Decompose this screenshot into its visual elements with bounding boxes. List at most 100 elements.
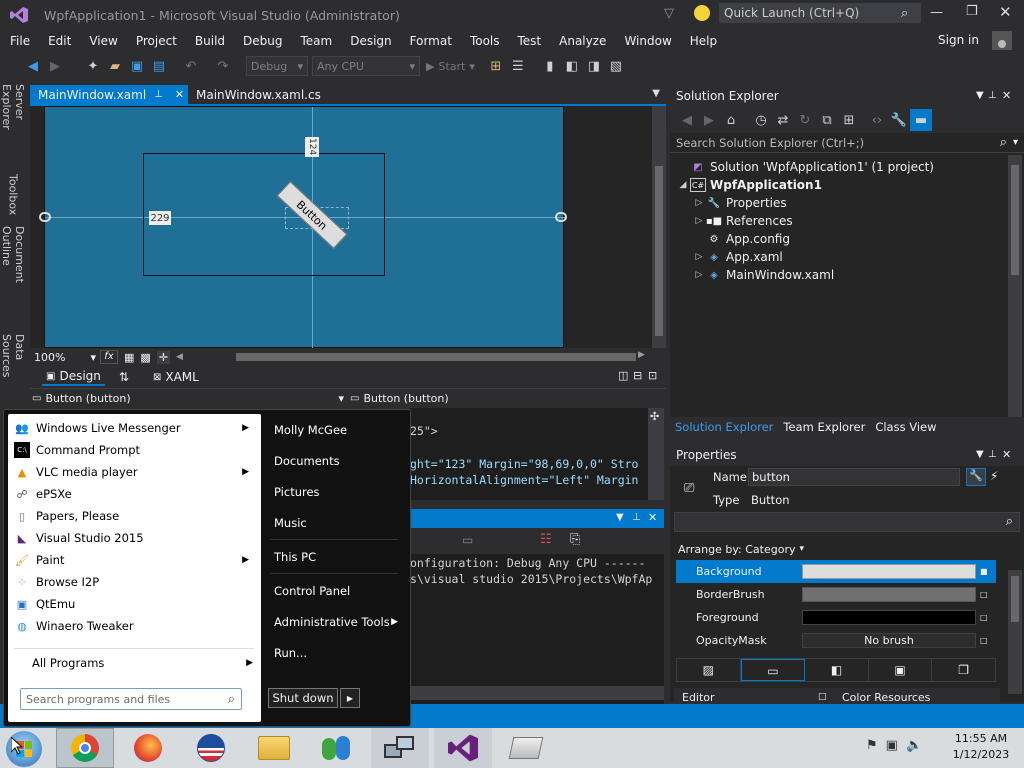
menu-help[interactable]: Help — [681, 30, 726, 52]
scroll-thumb[interactable] — [1011, 165, 1019, 275]
advanced-properties-icon[interactable]: □ — [980, 636, 988, 645]
resource-brush-icon[interactable]: ❐ — [932, 659, 995, 681]
solution-explorer-scrollbar[interactable] — [1008, 155, 1022, 417]
clear-all-icon[interactable]: ☷ — [540, 532, 552, 547]
menu-window[interactable]: Window — [615, 30, 680, 52]
advanced-properties-icon[interactable]: □ — [980, 613, 988, 622]
vertical-split-icon[interactable]: ◫ — [618, 369, 628, 382]
save-all-icon[interactable]: ▤ — [148, 55, 170, 77]
tab-solution-explorer[interactable]: Solution Explorer — [670, 420, 778, 434]
background-swatch[interactable] — [802, 564, 976, 579]
scroll-thumb[interactable] — [1011, 576, 1019, 622]
close-button[interactable]: ✕ — [999, 3, 1012, 21]
tab-team-explorer[interactable]: Team Explorer — [778, 420, 870, 434]
events-lightning-icon[interactable]: ⚡ — [990, 469, 998, 483]
server-explorer-tab[interactable]: Server Explorer — [0, 80, 26, 170]
snap-grid-icon[interactable]: ▩ — [140, 351, 150, 364]
menu-tools[interactable]: Tools — [461, 30, 509, 52]
gradient-brush-icon[interactable]: ◧ — [805, 659, 869, 681]
scroll-left-icon[interactable]: ◀ — [176, 352, 183, 362]
clock[interactable]: 11:55 AM 1/12/2023 — [946, 731, 1016, 763]
menu-test[interactable]: Test — [509, 30, 551, 52]
quick-launch[interactable]: Quick Launch (Ctrl+Q) ⌕ — [719, 3, 921, 23]
bookmark-next-icon[interactable]: ◨ — [583, 55, 605, 77]
taskbar-file-explorer[interactable] — [245, 728, 303, 768]
tree-item-references[interactable]: ▷ ▪■ References — [676, 212, 1024, 230]
bookmark-prev-icon[interactable]: ◧ — [561, 55, 583, 77]
properties-scrollbar[interactable] — [1008, 570, 1022, 694]
start-item-paint[interactable]: 🖌 Paint ▶ — [8, 549, 261, 571]
start-item-qtemu[interactable]: ▣ QtEmu — [8, 593, 261, 615]
horizontal-scrollbar[interactable] — [236, 353, 636, 361]
bookmark-clear-icon[interactable]: ▧ — [605, 55, 627, 77]
filter-icon[interactable]: ▽ — [664, 6, 674, 21]
xaml-tab[interactable]: ⊠ XAML — [153, 370, 199, 384]
checkbox-icon[interactable]: □ — [818, 692, 827, 702]
home-icon[interactable]: ⌂ — [720, 109, 742, 131]
find-in-files-icon[interactable]: ⊞ — [485, 55, 507, 77]
action-center-flag-icon[interactable]: ⚑ — [866, 738, 878, 753]
tree-project-node[interactable]: ◢ C# WpfApplication1 — [676, 176, 1024, 194]
close-icon[interactable]: ✕ — [648, 511, 657, 524]
editor-tab[interactable]: Editor — [674, 691, 715, 704]
properties-search[interactable]: ⌕ — [674, 512, 1020, 532]
start-item-visual-studio[interactable]: ◣ Visual Studio 2015 — [8, 527, 261, 549]
minimize-button[interactable]: — — [930, 5, 943, 20]
image-brush-icon[interactable]: ▣ — [869, 659, 933, 681]
chevron-down-icon[interactable]: ▾ — [1013, 137, 1018, 148]
tree-item-mainwindow-xaml[interactable]: ▷ ◈ MainWindow.xaml — [676, 266, 1024, 284]
start-debug-button[interactable]: ▶ Start ▾ — [426, 60, 475, 73]
all-programs-button[interactable]: All Programs ▶ — [8, 652, 261, 674]
restore-button[interactable]: ❐ — [966, 4, 978, 19]
solid-brush-icon[interactable]: ▭ — [740, 659, 806, 681]
start-item-messenger[interactable]: 👥 Windows Live Messenger ▶ — [8, 417, 261, 439]
tree-solution-node[interactable]: ◩ Solution 'WpfApplication1' (1 project) — [676, 158, 1024, 176]
solution-search-input[interactable]: Search Solution Explorer (Ctrl+;) — [676, 136, 1000, 150]
admin-tools-link[interactable]: Administrative Tools ▶ — [264, 606, 404, 637]
tab-class-view[interactable]: Class View — [870, 420, 941, 434]
comment-icon[interactable]: ☰ — [507, 55, 529, 77]
tree-item-app-xaml[interactable]: ▷ ◈ App.xaml — [676, 248, 1024, 266]
word-wrap-icon[interactable]: ⎘ — [570, 532, 580, 547]
collapse-all-icon[interactable]: ⧉ — [816, 109, 838, 131]
color-resources-tab[interactable]: Color Resources — [842, 691, 930, 704]
pin-icon[interactable]: ⊥ — [988, 444, 997, 466]
platform-dropdown[interactable]: Any CPU ▾ — [312, 56, 420, 76]
pin-icon[interactable]: ⊥ — [154, 85, 163, 105]
start-item-winaero[interactable]: ◍ Winaero Tweaker — [8, 615, 261, 637]
wpf-window-preview[interactable]: 124 229 Button — [39, 106, 567, 349]
menu-team[interactable]: Team — [291, 30, 341, 52]
tab-mainwindow-xaml[interactable]: MainWindow.xaml ⊥ ✕ — [30, 85, 188, 105]
scroll-thumb[interactable] — [655, 166, 663, 336]
history-icon[interactable]: ◷ — [750, 109, 772, 131]
start-search-input[interactable]: Search programs and files — [21, 693, 228, 706]
arrange-by-dropdown[interactable]: Arrange by: Category ▾ — [670, 538, 1024, 560]
prop-row-background[interactable]: Background ■ — [676, 560, 996, 583]
left-anchor-icon[interactable] — [39, 212, 51, 222]
this-pc-link[interactable]: This PC — [264, 541, 404, 572]
user-name-link[interactable]: Molly McGee — [264, 414, 404, 445]
start-item-vlc[interactable]: ▲ VLC media player ▶ — [8, 461, 261, 483]
menu-view[interactable]: View — [80, 30, 126, 52]
output-scrollbar[interactable] — [410, 686, 664, 700]
prop-row-foreground[interactable]: Foreground □ — [676, 606, 996, 629]
run-link[interactable]: Run... — [264, 637, 404, 668]
prop-row-opacitymask[interactable]: OpacityMask No brush □ — [676, 629, 996, 652]
document-outline-tab[interactable]: Document Outline — [0, 222, 26, 330]
taskbar-visual-studio[interactable] — [434, 728, 492, 768]
expanded-caret-icon[interactable]: ◢ — [676, 180, 690, 190]
back-icon[interactable]: ◀ — [676, 109, 698, 131]
opacitymask-value[interactable]: No brush — [802, 633, 976, 648]
xaml-code-editor[interactable]: 25"> ght="123" Margin="98,69,0,0" Stro H… — [410, 408, 654, 500]
taskbar-chrome[interactable] — [56, 728, 114, 768]
element-dropdown-right[interactable]: ▭ Button (button) — [350, 390, 664, 407]
borderbrush-swatch[interactable] — [802, 587, 976, 602]
show-all-files-icon[interactable]: ⊞ — [838, 109, 860, 131]
start-item-i2p[interactable]: ⁘ Browse I2P — [8, 571, 261, 593]
output-text[interactable]: onfiguration: Debug Any CPU ------ s\vis… — [410, 554, 664, 704]
tree-item-properties[interactable]: ▷ 🔧 Properties — [676, 194, 1024, 212]
collapse-pane-icon[interactable]: ⊡ — [648, 369, 657, 382]
design-vertical-scrollbar[interactable] — [652, 106, 666, 348]
data-sources-tab[interactable]: Data Sources — [0, 330, 26, 400]
advanced-properties-icon[interactable]: ■ — [980, 567, 988, 576]
